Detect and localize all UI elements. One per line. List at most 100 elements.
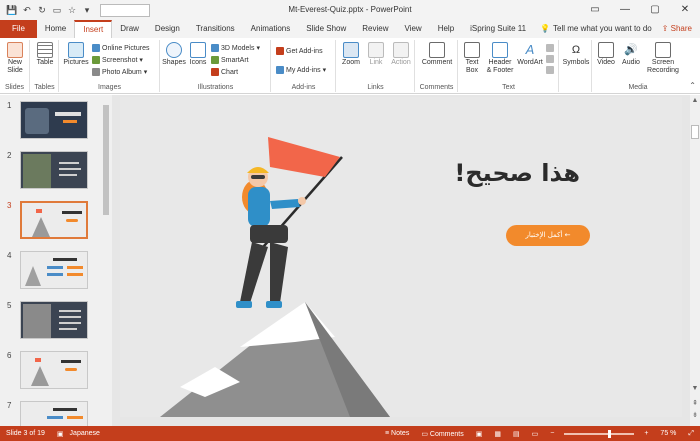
tab-home[interactable]: Home: [37, 20, 74, 38]
group-label-slides: Slides: [4, 84, 25, 91]
spelling-icon[interactable]: ▣: [51, 430, 70, 438]
action-button[interactable]: Action: [389, 41, 413, 67]
thumbnail-slide-7[interactable]: 7: [0, 397, 100, 426]
tab-insert[interactable]: Insert: [74, 20, 113, 38]
link-icon: [368, 42, 384, 58]
table-button[interactable]: Table: [33, 41, 57, 67]
thumbnails-scroll-thumb[interactable]: [103, 105, 109, 215]
my-addins-icon: [276, 66, 284, 74]
icons-button[interactable]: Icons: [187, 41, 209, 67]
collapse-ribbon-icon[interactable]: ⌃: [689, 81, 696, 90]
star-icon[interactable]: ☆: [66, 4, 78, 16]
thumbnail-number: 1: [7, 101, 12, 110]
online-pictures-button[interactable]: Online Pictures: [92, 44, 149, 52]
smartart-button[interactable]: SmartArt: [211, 56, 249, 64]
scroll-down-icon[interactable]: ▼: [691, 385, 699, 392]
online-pictures-label: Online Pictures: [102, 44, 150, 52]
title-bar: 💾 ↶ ↻ ▭ ☆ ▾ Mt-Everest-Quiz.pptx - Power…: [0, 0, 700, 20]
undo-icon[interactable]: ↶: [21, 4, 33, 16]
tab-design[interactable]: Design: [147, 20, 188, 38]
thumbnail-slide-6[interactable]: 6: [0, 347, 100, 392]
save-icon[interactable]: 💾: [6, 4, 18, 16]
tab-review[interactable]: Review: [354, 20, 396, 38]
slide-number-icon[interactable]: [546, 55, 554, 63]
continue-quiz-button[interactable]: أكمل الإختبار ←: [506, 225, 590, 246]
previous-slide-icon[interactable]: ⇞: [691, 399, 699, 407]
tab-ispring[interactable]: iSpring Suite 11: [462, 20, 534, 38]
screen-recording-button[interactable]: Screen Recording: [645, 41, 681, 75]
normal-view-icon[interactable]: ▣: [470, 430, 489, 438]
notes-button[interactable]: ≡ Notes: [379, 430, 415, 437]
thumbnail-slide-1[interactable]: 1: [0, 97, 100, 142]
tab-slide-show[interactable]: Slide Show: [298, 20, 354, 38]
photo-album-button[interactable]: Photo Album ▾: [92, 68, 147, 76]
photo-album-label: Photo Album: [102, 68, 142, 76]
my-addins-button[interactable]: My Add-ins ▾: [276, 66, 326, 74]
new-slide-button[interactable]: New Slide: [2, 41, 28, 75]
present-from-beginning-icon[interactable]: ▭: [51, 4, 63, 16]
tab-transitions[interactable]: Transitions: [188, 20, 243, 38]
zoom-slider[interactable]: [564, 429, 635, 438]
fit-to-window-icon[interactable]: ⤢: [682, 430, 700, 438]
zoom-slider-handle[interactable]: [608, 429, 612, 438]
wordart-button[interactable]: A WordArt: [515, 41, 545, 67]
tab-animations[interactable]: Animations: [243, 20, 299, 38]
3d-models-button[interactable]: 3D Models ▾: [211, 44, 260, 52]
zoom-out-icon[interactable]: −: [544, 430, 560, 437]
scroll-up-icon[interactable]: ▲: [691, 97, 699, 104]
language-indicator[interactable]: Japanese: [70, 430, 106, 437]
quick-access-combo[interactable]: [100, 3, 150, 17]
customize-toolbar-icon[interactable]: ▾: [81, 4, 93, 16]
zoom-in-icon[interactable]: +: [638, 430, 654, 437]
thumbnail-slide-5[interactable]: 5: [0, 297, 100, 342]
chart-button[interactable]: Chart: [211, 68, 238, 76]
tell-me-text: Tell me what you want to do: [553, 24, 652, 33]
tab-draw[interactable]: Draw: [112, 20, 147, 38]
shapes-button[interactable]: Shapes: [162, 41, 186, 67]
symbols-button[interactable]: Ω Symbols: [561, 41, 591, 67]
header-footer-button[interactable]: Header & Footer: [485, 41, 515, 75]
restore-button[interactable]: ▢: [640, 0, 670, 20]
redo-icon[interactable]: ↻: [36, 4, 48, 16]
zoom-button[interactable]: Zoom: [339, 41, 363, 67]
slide-counter[interactable]: Slide 3 of 19: [0, 430, 51, 437]
zoom-level[interactable]: 75 %: [654, 430, 682, 437]
tab-help[interactable]: Help: [430, 20, 462, 38]
tell-me-box[interactable]: 💡 Tell me what you want to do: [534, 20, 652, 38]
slide-headline[interactable]: هذا صحيح!: [454, 159, 580, 187]
tab-file[interactable]: File: [0, 20, 37, 38]
text-box-button[interactable]: Text Box: [460, 41, 484, 75]
slide-sorter-icon[interactable]: ▦: [488, 430, 507, 438]
comment-button[interactable]: Comment: [418, 41, 456, 67]
get-addins-button[interactable]: Get Add-ins: [276, 47, 323, 55]
thumbnail-number: 4: [7, 251, 12, 260]
share-button[interactable]: ⇪ Share: [662, 20, 700, 38]
tab-view[interactable]: View: [397, 20, 430, 38]
slide-scrollbar[interactable]: ▲ ▼ ⇞ ⇟: [690, 95, 700, 426]
date-time-icon[interactable]: [546, 44, 554, 52]
video-button[interactable]: Video: [594, 41, 618, 67]
share-icon: ⇪: [661, 24, 669, 33]
comments-button[interactable]: ▭ Comments: [415, 430, 469, 438]
object-icon[interactable]: [546, 66, 554, 74]
minimize-button[interactable]: —: [610, 0, 640, 20]
audio-button[interactable]: 🔊 Audio: [619, 41, 643, 67]
close-button[interactable]: ✕: [670, 0, 700, 20]
new-slide-icon: [7, 42, 23, 58]
current-slide[interactable]: هذا صحيح! أكمل الإختبار ←: [120, 97, 682, 417]
pictures-button[interactable]: Pictures: [62, 41, 90, 67]
thumbnail-slide-4[interactable]: 4: [0, 247, 100, 292]
next-slide-icon[interactable]: ⇟: [691, 411, 699, 419]
zoom-icon: [343, 42, 359, 58]
ribbon-display-options-button[interactable]: ▭: [580, 0, 610, 20]
link-button[interactable]: Link: [365, 41, 387, 67]
thumbnail-slide-3[interactable]: 3: [0, 197, 100, 242]
screenshot-button[interactable]: Screenshot ▾: [92, 56, 143, 64]
photo-album-icon: [92, 68, 100, 76]
thumbnail-slide-2[interactable]: 2: [0, 147, 100, 192]
scroll-thumb[interactable]: [691, 125, 699, 139]
reading-view-icon[interactable]: ▤: [507, 430, 526, 438]
slideshow-icon[interactable]: ▭: [526, 430, 545, 438]
thumbnail-image: [20, 251, 88, 289]
thumbnails-scrollbar[interactable]: [102, 97, 110, 417]
